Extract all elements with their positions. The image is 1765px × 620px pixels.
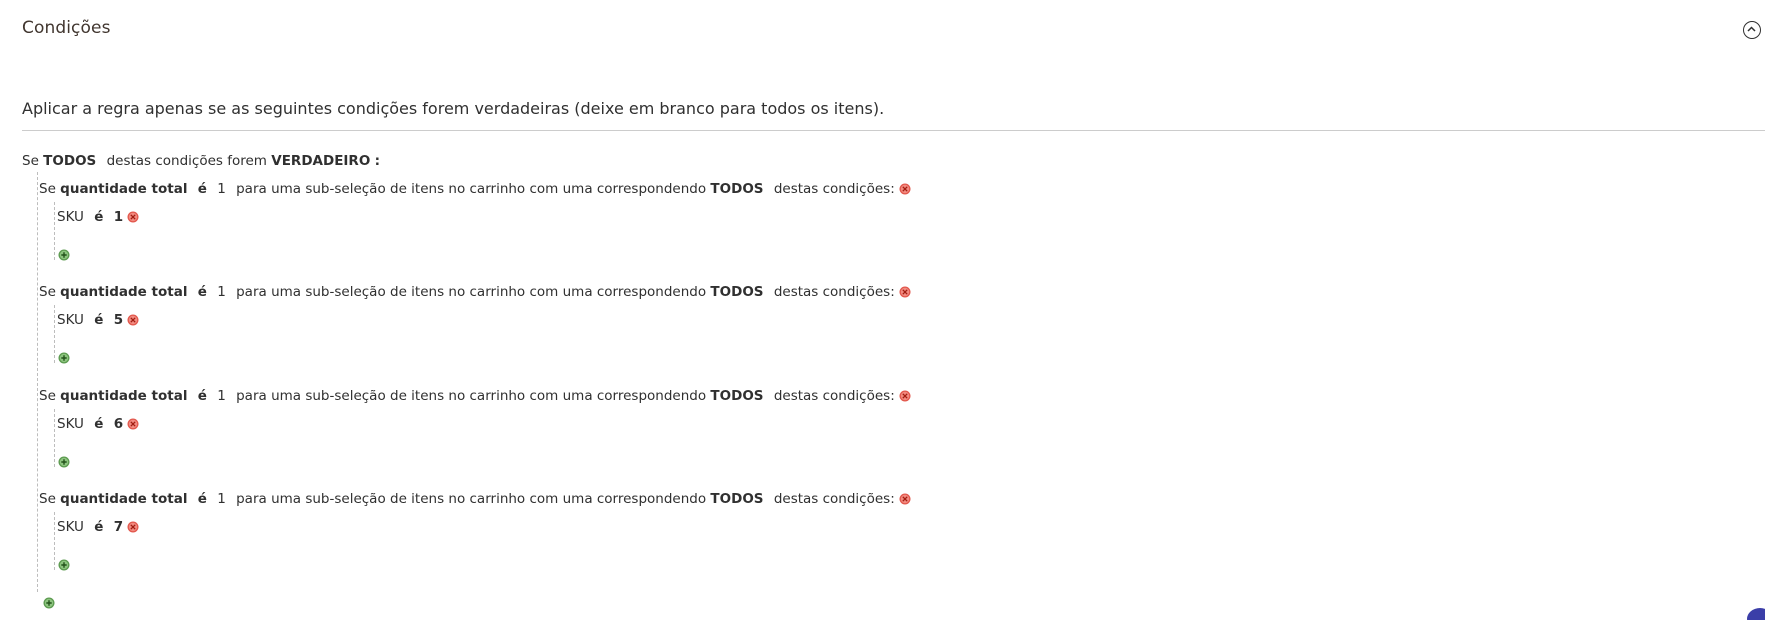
subselect-prefix: Se xyxy=(39,284,56,300)
sku-operator-select[interactable]: é xyxy=(94,209,103,225)
sku-condition: SKU é 7 xyxy=(57,518,139,536)
sku-condition: SKU é 5 xyxy=(57,311,139,329)
floating-help-button[interactable] xyxy=(1747,608,1765,620)
subselect-children-guide xyxy=(54,409,55,467)
root-suffix: : xyxy=(374,153,381,169)
remove-condition-icon[interactable] xyxy=(899,183,911,195)
subselect-attribute-select[interactable]: quantidade total xyxy=(60,284,187,300)
add-condition-icon[interactable] xyxy=(58,352,70,364)
fieldset-legend: Aplicar a regra apenas se as seguintes c… xyxy=(22,99,885,118)
remove-sku-condition-icon[interactable] xyxy=(127,314,139,326)
add-condition-icon[interactable] xyxy=(58,456,70,468)
root-value-select[interactable]: VERDADEIRO xyxy=(271,153,370,169)
subselect-children-guide xyxy=(54,305,55,363)
add-condition-icon[interactable] xyxy=(58,249,70,261)
subselect-qty-value[interactable]: 1 xyxy=(217,181,226,197)
sku-attribute-label: SKU xyxy=(57,312,84,328)
subselect-middle-text: para uma sub-seleção de itens no carrinh… xyxy=(236,181,707,197)
subselect-operator-select[interactable]: é xyxy=(198,284,207,300)
subselect-operator-select[interactable]: é xyxy=(198,388,207,404)
subselect-prefix: Se xyxy=(39,181,56,197)
remove-sku-condition-icon[interactable] xyxy=(127,418,139,430)
sku-attribute-label: SKU xyxy=(57,416,84,432)
subselect-children-guide xyxy=(54,202,55,260)
subselect-attribute-select[interactable]: quantidade total xyxy=(60,388,187,404)
sku-value[interactable]: 7 xyxy=(114,519,123,535)
subselect-aggregator-select[interactable]: TODOS xyxy=(710,181,763,197)
subselect-aggregator-select[interactable]: TODOS xyxy=(710,388,763,404)
root-children-guide xyxy=(37,172,38,592)
sku-operator-select[interactable]: é xyxy=(94,416,103,432)
sku-condition: SKU é 1 xyxy=(57,208,139,226)
sku-attribute-label: SKU xyxy=(57,209,84,225)
subselect-aggregator-select[interactable]: TODOS xyxy=(710,284,763,300)
remove-sku-condition-icon[interactable] xyxy=(127,211,139,223)
subselect-operator-select[interactable]: é xyxy=(198,181,207,197)
sku-value[interactable]: 6 xyxy=(114,416,123,432)
subselect-attribute-select[interactable]: quantidade total xyxy=(60,181,187,197)
subselect-middle-text: para uma sub-seleção de itens no carrinh… xyxy=(236,388,707,404)
subselect-condition: Se quantidade total é 1 para uma sub-sel… xyxy=(39,180,911,198)
sku-value[interactable]: 1 xyxy=(114,209,123,225)
add-condition-icon[interactable] xyxy=(58,559,70,571)
root-prefix: Se xyxy=(22,153,39,169)
sku-attribute-label: SKU xyxy=(57,519,84,535)
subselect-condition: Se quantidade total é 1 para uma sub-sel… xyxy=(39,283,911,301)
legend-divider xyxy=(22,130,1765,131)
sku-operator-select[interactable]: é xyxy=(94,312,103,328)
subselect-qty-value[interactable]: 1 xyxy=(217,491,226,507)
sku-operator-select[interactable]: é xyxy=(94,519,103,535)
remove-condition-icon[interactable] xyxy=(899,493,911,505)
subselect-children-guide xyxy=(54,512,55,570)
subselect-qty-value[interactable]: 1 xyxy=(217,284,226,300)
collapse-icon[interactable] xyxy=(1743,21,1761,39)
section-header[interactable]: Condições xyxy=(22,18,1765,44)
root-aggregator-select[interactable]: TODOS xyxy=(43,153,96,169)
subselect-suffix: destas condições: xyxy=(773,284,895,300)
section-title: Condições xyxy=(22,18,111,38)
subselect-aggregator-select[interactable]: TODOS xyxy=(710,491,763,507)
subselect-condition: Se quantidade total é 1 para uma sub-sel… xyxy=(39,490,911,508)
subselect-suffix: destas condições: xyxy=(773,181,895,197)
root-middle-text: destas condições forem xyxy=(106,153,267,169)
subselect-qty-value[interactable]: 1 xyxy=(217,388,226,404)
subselect-prefix: Se xyxy=(39,491,56,507)
subselect-condition: Se quantidade total é 1 para uma sub-sel… xyxy=(39,387,911,405)
subselect-suffix: destas condições: xyxy=(773,388,895,404)
conditions-page: Condições Aplicar a regra apenas se as s… xyxy=(0,0,1765,620)
sku-condition: SKU é 6 xyxy=(57,415,139,433)
subselect-suffix: destas condições: xyxy=(773,491,895,507)
subselect-middle-text: para uma sub-seleção de itens no carrinh… xyxy=(236,491,707,507)
add-root-condition-icon[interactable] xyxy=(43,597,55,609)
subselect-attribute-select[interactable]: quantidade total xyxy=(60,491,187,507)
subselect-operator-select[interactable]: é xyxy=(198,491,207,507)
subselect-middle-text: para uma sub-seleção de itens no carrinh… xyxy=(236,284,707,300)
subselect-prefix: Se xyxy=(39,388,56,404)
remove-condition-icon[interactable] xyxy=(899,286,911,298)
remove-sku-condition-icon[interactable] xyxy=(127,521,139,533)
sku-value[interactable]: 5 xyxy=(114,312,123,328)
root-condition: Se TODOS destas condições forem VERDADEI… xyxy=(22,152,380,170)
remove-condition-icon[interactable] xyxy=(899,390,911,402)
